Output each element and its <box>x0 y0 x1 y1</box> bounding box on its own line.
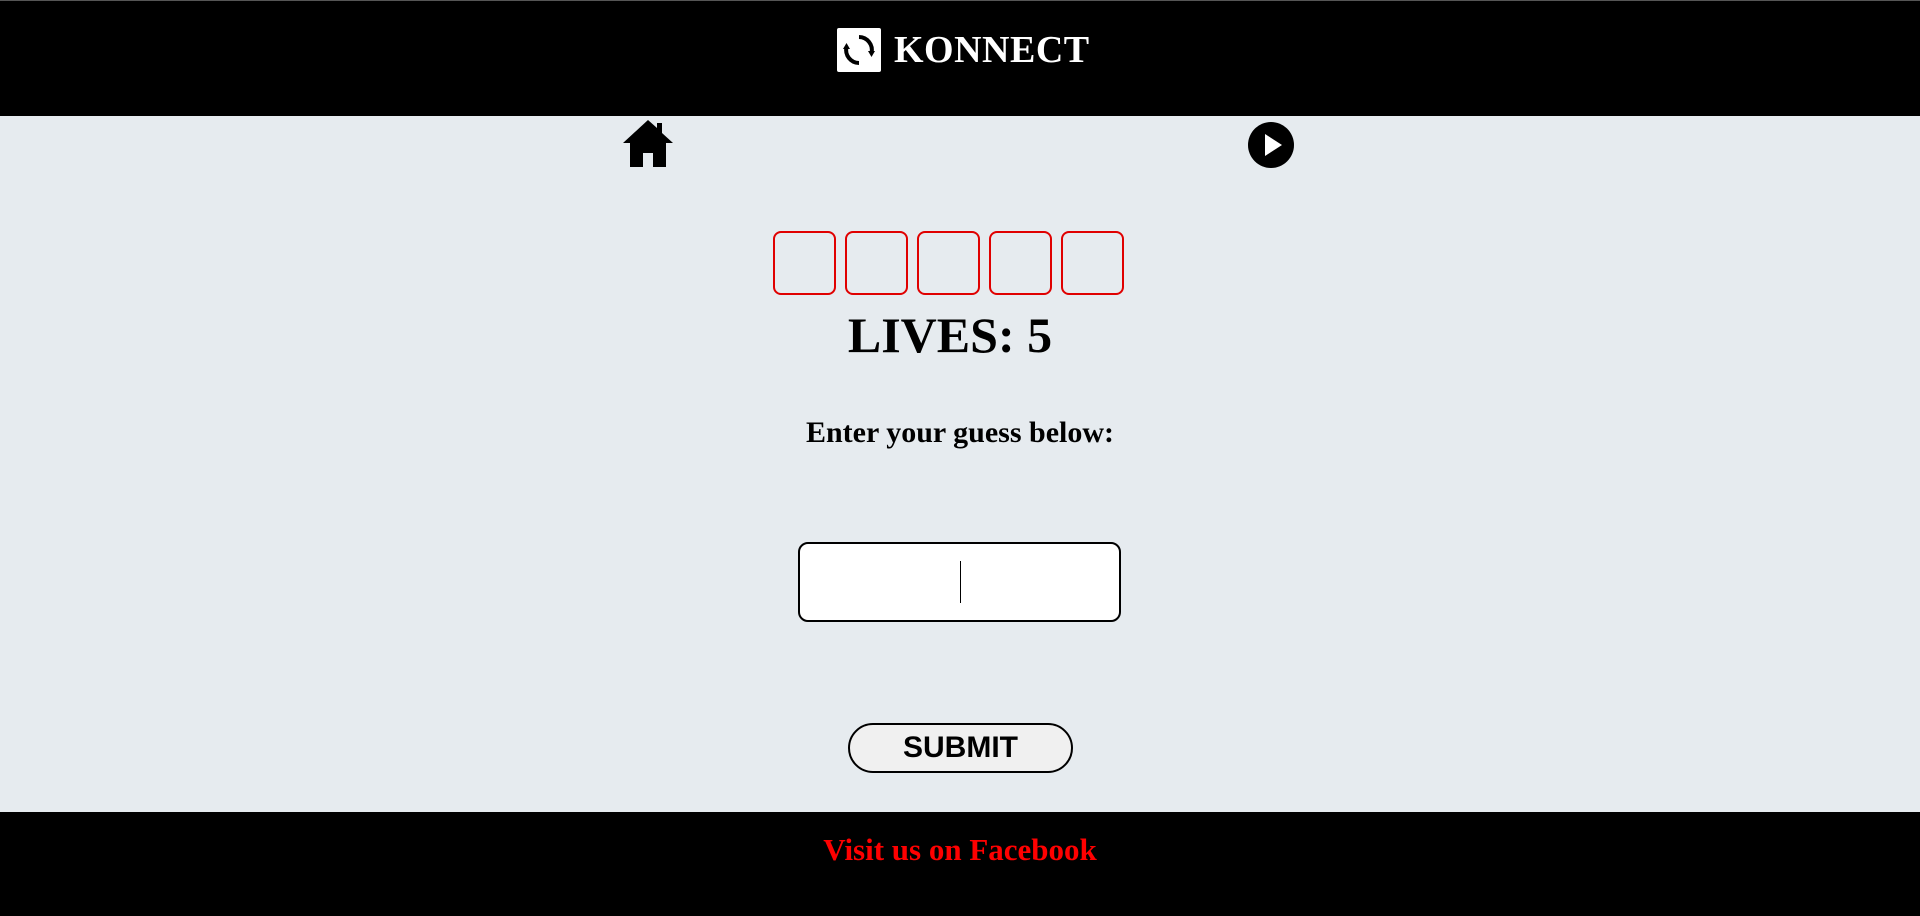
home-icon <box>623 120 673 167</box>
play-circle-icon <box>1248 122 1294 168</box>
submit-button[interactable]: SUBMIT <box>848 723 1073 773</box>
header-bar: KONNECT <box>0 0 1920 116</box>
home-button[interactable] <box>622 119 674 169</box>
letter-tile <box>917 231 980 295</box>
letter-tile <box>989 231 1052 295</box>
brand-name: KONNECT <box>894 29 1090 71</box>
text-caret <box>960 561 961 603</box>
facebook-link[interactable]: Visit us on Facebook <box>0 832 1920 868</box>
brand[interactable]: KONNECT <box>837 27 1090 73</box>
refresh-cycle-icon <box>837 28 881 72</box>
play-button[interactable] <box>1247 121 1295 169</box>
letter-tile <box>845 231 908 295</box>
letter-tiles <box>773 231 1124 295</box>
letter-tile <box>773 231 836 295</box>
footer-bar: Visit us on Facebook <box>0 812 1920 916</box>
guess-prompt: Enter your guess below: <box>805 416 1115 449</box>
letter-tile <box>1061 231 1124 295</box>
lives-counter: LIVES: 5 <box>847 307 1053 363</box>
